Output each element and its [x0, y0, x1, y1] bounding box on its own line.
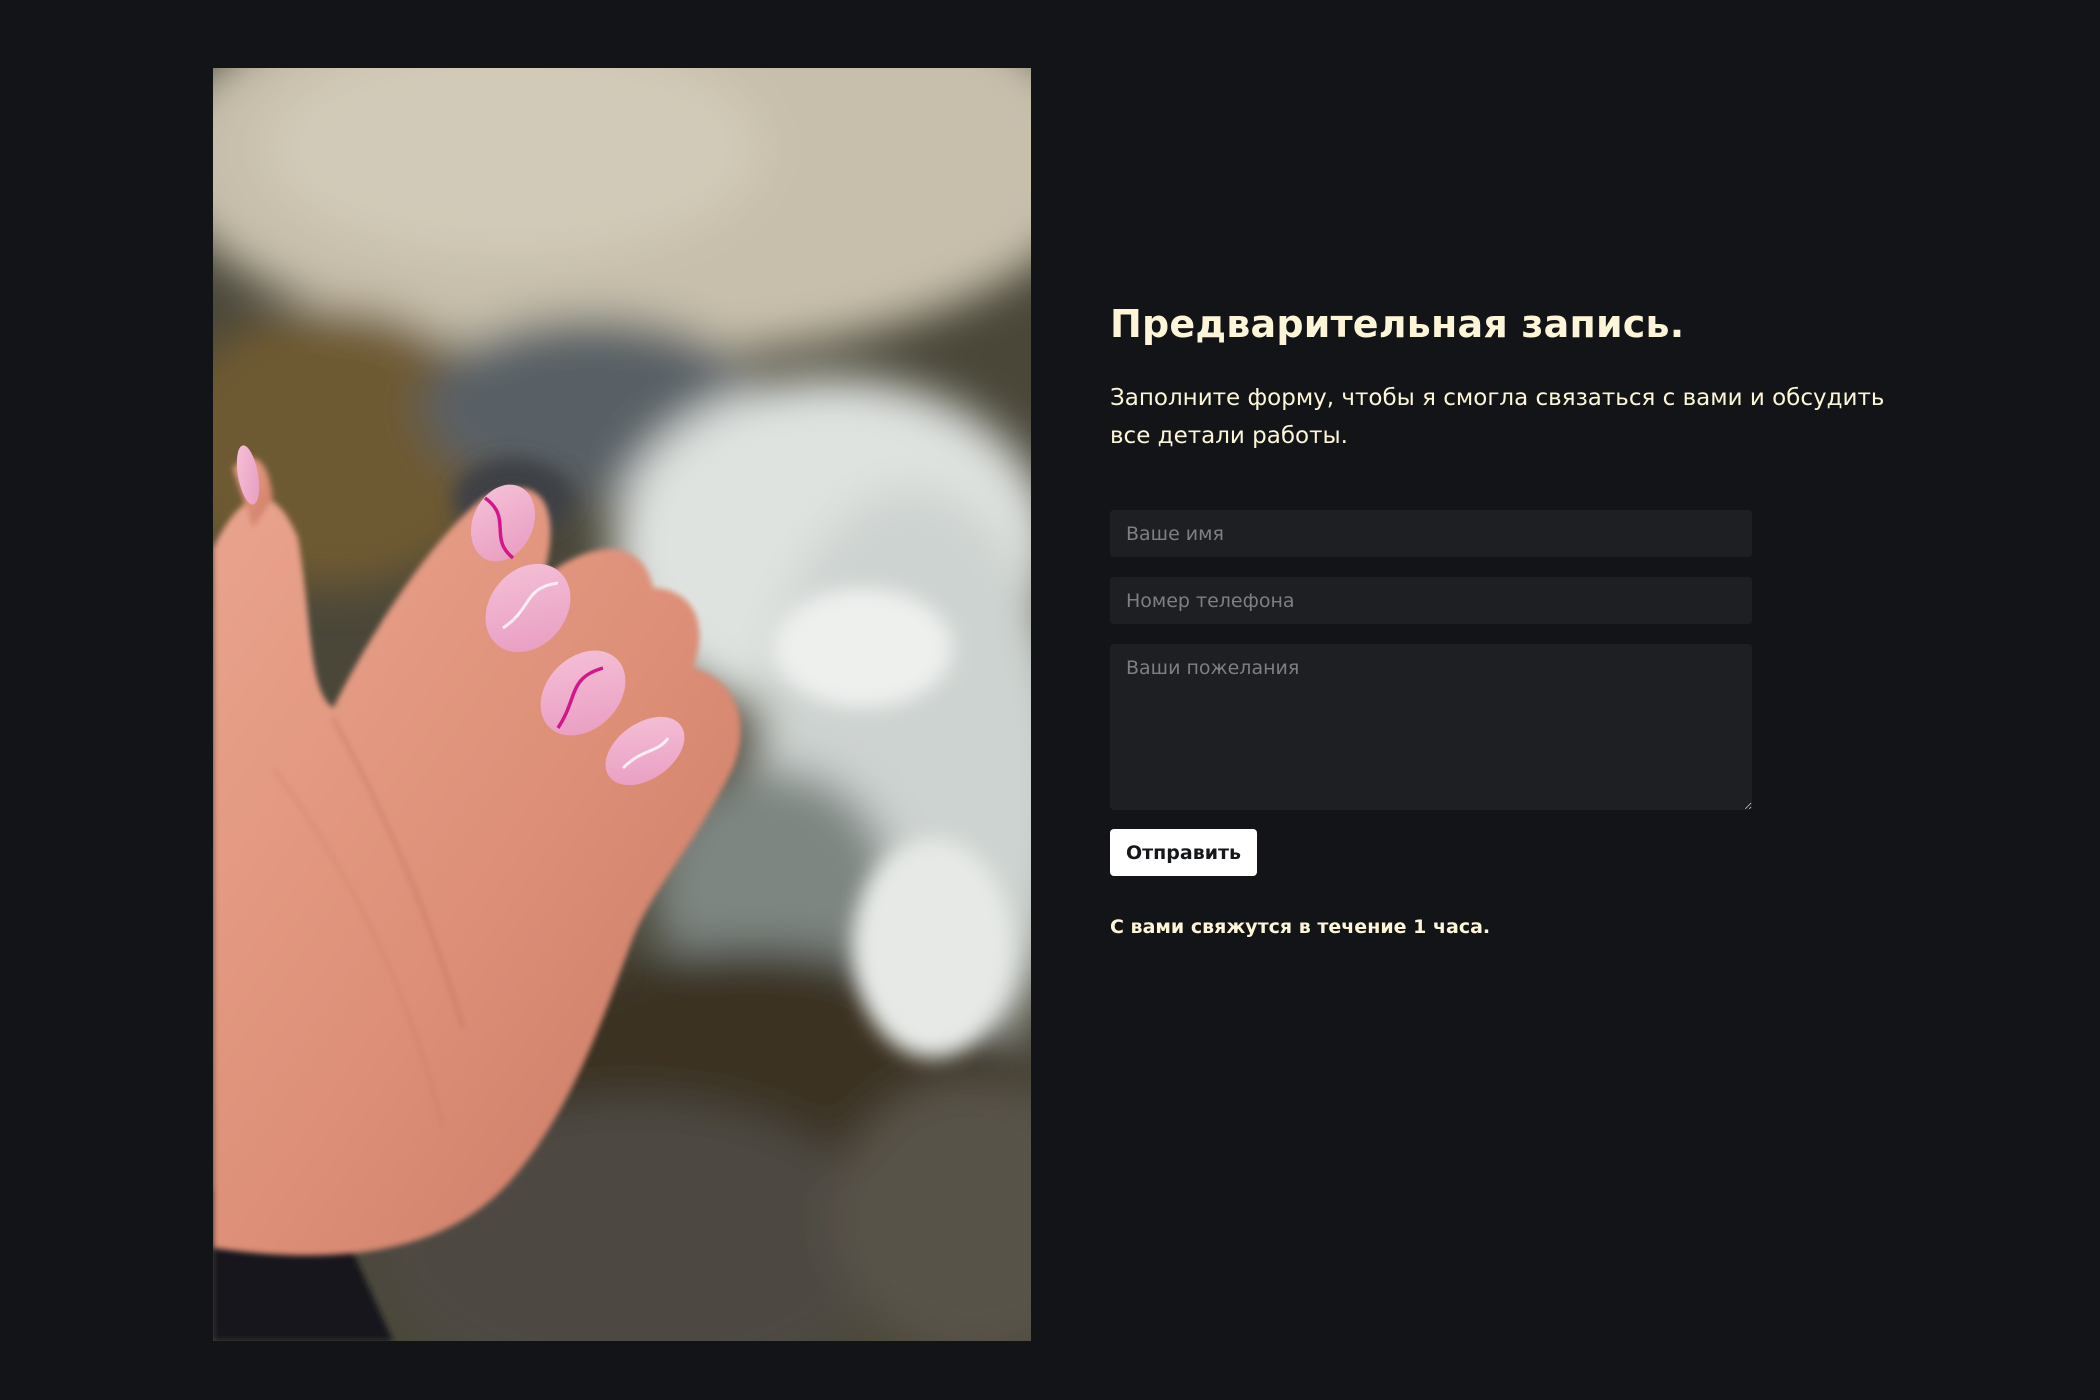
booking-page: Предварительная запись. Заполните форму,…: [0, 0, 2100, 1400]
page-title: Предварительная запись.: [1110, 302, 1685, 346]
nail-art-photo: [213, 68, 1031, 1341]
response-time-note: С вами свяжутся в течение 1 часа.: [1110, 916, 1491, 939]
phone-input[interactable]: [1110, 577, 1752, 625]
page-subtitle: Заполните форму, чтобы я смогла связатьс…: [1110, 385, 1885, 450]
booking-form: Отправить: [1110, 510, 1752, 877]
wishes-textarea[interactable]: [1110, 644, 1752, 811]
name-input[interactable]: [1110, 510, 1752, 558]
submit-button[interactable]: Отправить: [1110, 829, 1258, 877]
booking-section: Предварительная запись. Заполните форму,…: [1110, 300, 1910, 938]
